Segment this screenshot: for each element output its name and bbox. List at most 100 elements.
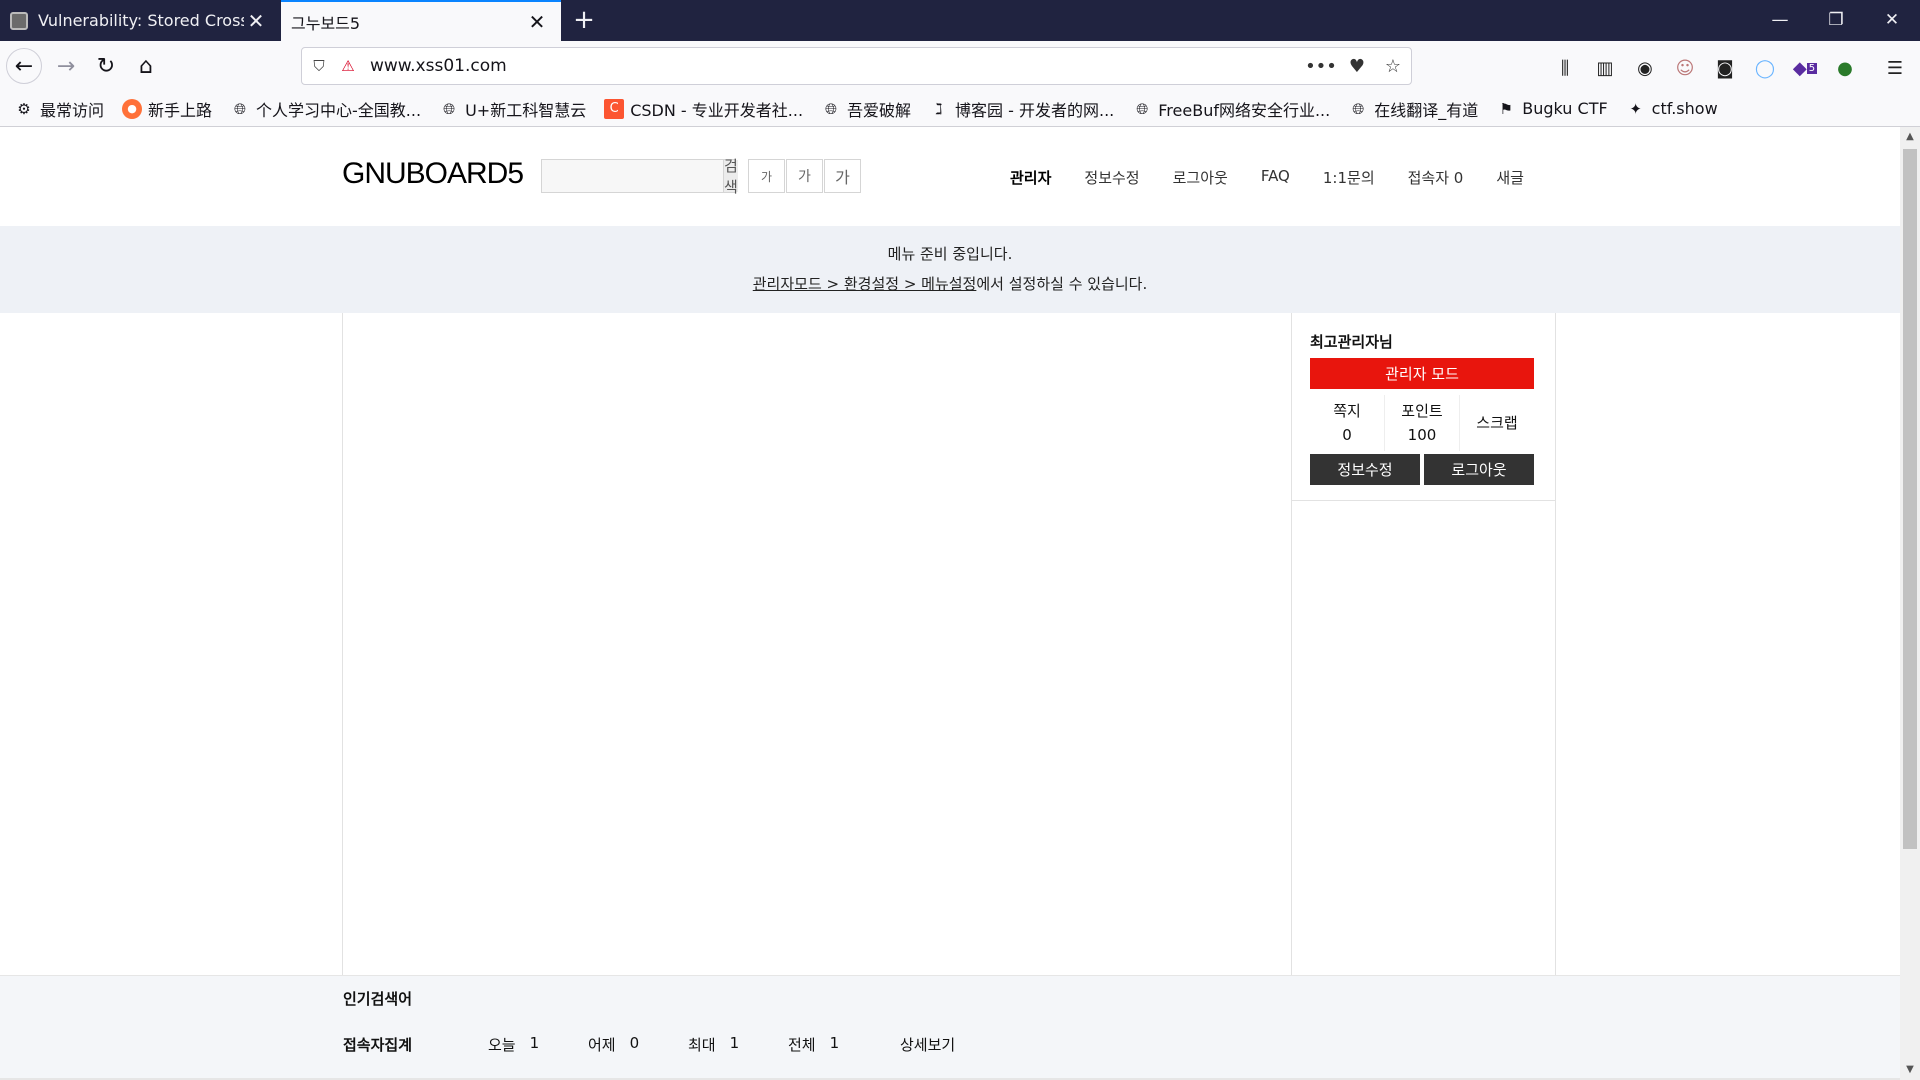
nav-new-posts[interactable]: 새글 xyxy=(1496,167,1524,188)
scrap-stat[interactable]: 스크랩 xyxy=(1459,395,1534,451)
navigation-toolbar: ← → ↻ ⌂ ⛉ ⚠ www.xss01.com ••• ♥ ☆ ⫼ ▥ ◉ … xyxy=(0,41,1920,91)
runner-icon: ✦ xyxy=(1629,99,1642,118)
pocket-icon[interactable]: ♥ xyxy=(1339,56,1375,77)
tab-title: 그누보드5 xyxy=(291,13,361,33)
gear-icon: ⚙ xyxy=(17,99,31,118)
search-input[interactable] xyxy=(542,160,723,192)
menu-settings-link[interactable]: 관리자모드 > 환경설정 > 메뉴설정 xyxy=(753,275,977,293)
bookmark-item[interactable]: ⚑ Bugku CTF xyxy=(1496,99,1608,119)
page-actions-icon[interactable]: ••• xyxy=(1303,56,1339,77)
visit-max: 최대 1 xyxy=(688,1034,788,1055)
search-button[interactable]: 검색 xyxy=(723,157,738,196)
bookmark-label: 吾爱破解 xyxy=(847,100,912,120)
site-logo[interactable]: GNUBOARD5 xyxy=(342,157,524,191)
scroll-up-icon[interactable]: ▲ xyxy=(1900,127,1920,147)
scrollbar-thumb[interactable] xyxy=(1903,149,1917,849)
extension-tag-icon[interactable]: ◆ 5 xyxy=(1792,55,1818,81)
tab-dvwa[interactable]: Vulnerability: Stored Cross Site Scripti… xyxy=(0,0,280,41)
globe-icon: 🌐︎ xyxy=(1136,99,1149,118)
url-bar[interactable]: ⛉ ⚠ www.xss01.com ••• ♥ ☆ xyxy=(301,47,1412,85)
minimize-icon[interactable]: — xyxy=(1752,0,1808,41)
menu-notice: 메뉴 준비 중입니다. 관리자모드 > 환경설정 > 메뉴설정에서 설정하실 수… xyxy=(0,226,1900,313)
close-window-icon[interactable]: ✕ xyxy=(1864,0,1920,41)
menu-notice-path: 관리자모드 > 환경설정 > 메뉴설정에서 설정하실 수 있습니다. xyxy=(0,273,1900,294)
bookmark-item[interactable]: 🌐︎ FreeBuf网络安全行业... xyxy=(1132,97,1330,121)
close-tab-icon[interactable]: ✕ xyxy=(525,10,549,34)
library-icon[interactable]: ⫼ xyxy=(1552,55,1578,81)
bookmark-label: FreeBuf网络安全行业... xyxy=(1158,100,1331,120)
bookmark-item[interactable]: 🌐︎ 个人学习中心-全国教... xyxy=(230,97,421,121)
sidebar-icon[interactable]: ▥ xyxy=(1592,55,1618,81)
cnblogs-icon: ℷ xyxy=(935,99,943,118)
bookmark-item[interactable]: C CSDN - 专业开发者社... xyxy=(604,97,803,121)
home-button[interactable]: ⌂ xyxy=(128,48,164,84)
logout-button[interactable]: 로그아웃 xyxy=(1424,454,1534,485)
page-scrollbar[interactable]: ▲ ▼ xyxy=(1900,127,1920,1080)
point-stat[interactable]: 포인트 100 xyxy=(1384,395,1459,451)
bookmark-item[interactable]: ● 新手上路 xyxy=(122,97,212,121)
insecure-lock-icon[interactable]: ⚠ xyxy=(336,57,360,75)
bookmark-label: Bugku CTF xyxy=(1522,99,1608,118)
scroll-down-icon[interactable]: ▼ xyxy=(1900,1060,1920,1080)
extension-monkey-icon[interactable]: ☺ xyxy=(1672,55,1698,81)
menu-icon[interactable]: ☰ xyxy=(1882,55,1908,81)
nav-edit-info[interactable]: 정보수정 xyxy=(1084,167,1139,188)
popular-keywords-title: 인기검색어 xyxy=(343,990,413,1008)
bookmark-item[interactable]: ⚙ 最常访问 xyxy=(14,97,104,121)
edit-info-button[interactable]: 정보수정 xyxy=(1310,454,1420,485)
bookmark-item[interactable]: 🌐︎ 在线翻译_有道 xyxy=(1348,97,1478,121)
nav-faq[interactable]: FAQ xyxy=(1261,167,1290,188)
visit-value: 0 xyxy=(629,1034,640,1052)
visit-label: 최대 xyxy=(688,1036,716,1054)
bookmark-star-icon[interactable]: ☆ xyxy=(1375,56,1411,77)
visit-detail-link[interactable]: 상세보기 xyxy=(900,1034,955,1055)
tab-gnuboard[interactable]: 그누보드5 ✕ xyxy=(281,0,561,41)
close-tab-icon[interactable]: ✕ xyxy=(244,9,268,33)
restore-icon[interactable]: ❐ xyxy=(1808,0,1864,41)
flag-icon: ⚑ xyxy=(1499,99,1513,118)
aside: 최고관리자님 관리자 모드 쪽지 0 포인트 100 스크랩 정보수정 로그아웃 xyxy=(1292,313,1556,975)
visit-value: 1 xyxy=(829,1034,840,1052)
memo-stat[interactable]: 쪽지 0 xyxy=(1310,395,1384,451)
font-medium-button[interactable]: 가 xyxy=(786,159,823,193)
url-text[interactable]: www.xss01.com xyxy=(360,56,1303,76)
bookmark-label: 新手上路 xyxy=(148,100,213,120)
memo-count: 0 xyxy=(1342,426,1352,444)
nav-qa[interactable]: 1:1문의 xyxy=(1323,167,1375,188)
account-icon[interactable]: ◉ xyxy=(1632,55,1658,81)
font-small-button[interactable]: 가 xyxy=(748,159,785,193)
user-nickname[interactable]: 최고관리자님 xyxy=(1310,331,1393,352)
globe-icon: 🌐︎ xyxy=(443,99,456,118)
nav-connected-users[interactable]: 접속자 0 xyxy=(1408,167,1464,188)
nav-admin[interactable]: 관리자 xyxy=(1010,167,1051,188)
visit-value: 1 xyxy=(529,1034,540,1052)
firefox-icon: ● xyxy=(122,98,143,119)
bookmark-item[interactable]: ✦ ctf.show xyxy=(1626,99,1717,119)
footer: 인기검색어 접속자집계 오늘 1 어제 0 최대 1 전체 1 상세보기 xyxy=(0,975,1900,1080)
outlogin-box: 최고관리자님 관리자 모드 쪽지 0 포인트 100 스크랩 정보수정 로그아웃 xyxy=(1292,313,1556,501)
new-tab-button[interactable]: + xyxy=(568,4,600,36)
bookmark-item[interactable]: 🌐︎ 吾爱破解 xyxy=(821,97,911,121)
outlogin-buttons: 정보수정 로그아웃 xyxy=(1310,454,1534,485)
font-large-button[interactable]: 가 xyxy=(824,159,861,193)
back-button[interactable]: ← xyxy=(6,48,42,84)
menu-notice-text: 메뉴 준비 중입니다. xyxy=(887,245,1013,263)
visit-label: 어제 xyxy=(588,1036,616,1054)
bookmark-item[interactable]: ℷ 博客园 - 开发者的网... xyxy=(929,97,1115,121)
user-stats: 쪽지 0 포인트 100 스크랩 xyxy=(1310,395,1534,451)
tab-title: Vulnerability: Stored Cross Site Scripti… xyxy=(38,11,244,30)
tracking-shield-icon[interactable]: ⛉ xyxy=(302,57,336,75)
memo-label: 쪽지 xyxy=(1333,402,1361,420)
extension-glasses-icon[interactable]: ◙ xyxy=(1712,55,1738,81)
extension-green-icon[interactable]: ● xyxy=(1832,55,1858,81)
nav-logout[interactable]: 로그아웃 xyxy=(1173,167,1228,188)
bookmark-item[interactable]: 🌐︎ U+新工科智慧云 xyxy=(439,97,586,121)
reload-button[interactable]: ↻ xyxy=(88,48,124,84)
top-nav: 관리자 정보수정 로그아웃 FAQ 1:1문의 접속자 0 새글 xyxy=(1010,167,1557,188)
forward-button[interactable]: → xyxy=(48,48,84,84)
visit-yesterday: 어제 0 xyxy=(588,1034,688,1055)
point-label: 포인트 xyxy=(1401,402,1443,420)
globe-icon: 🌐︎ xyxy=(234,99,247,118)
admin-mode-button[interactable]: 관리자 모드 xyxy=(1310,358,1534,389)
extension-circle-icon[interactable]: ◯ xyxy=(1752,55,1778,81)
